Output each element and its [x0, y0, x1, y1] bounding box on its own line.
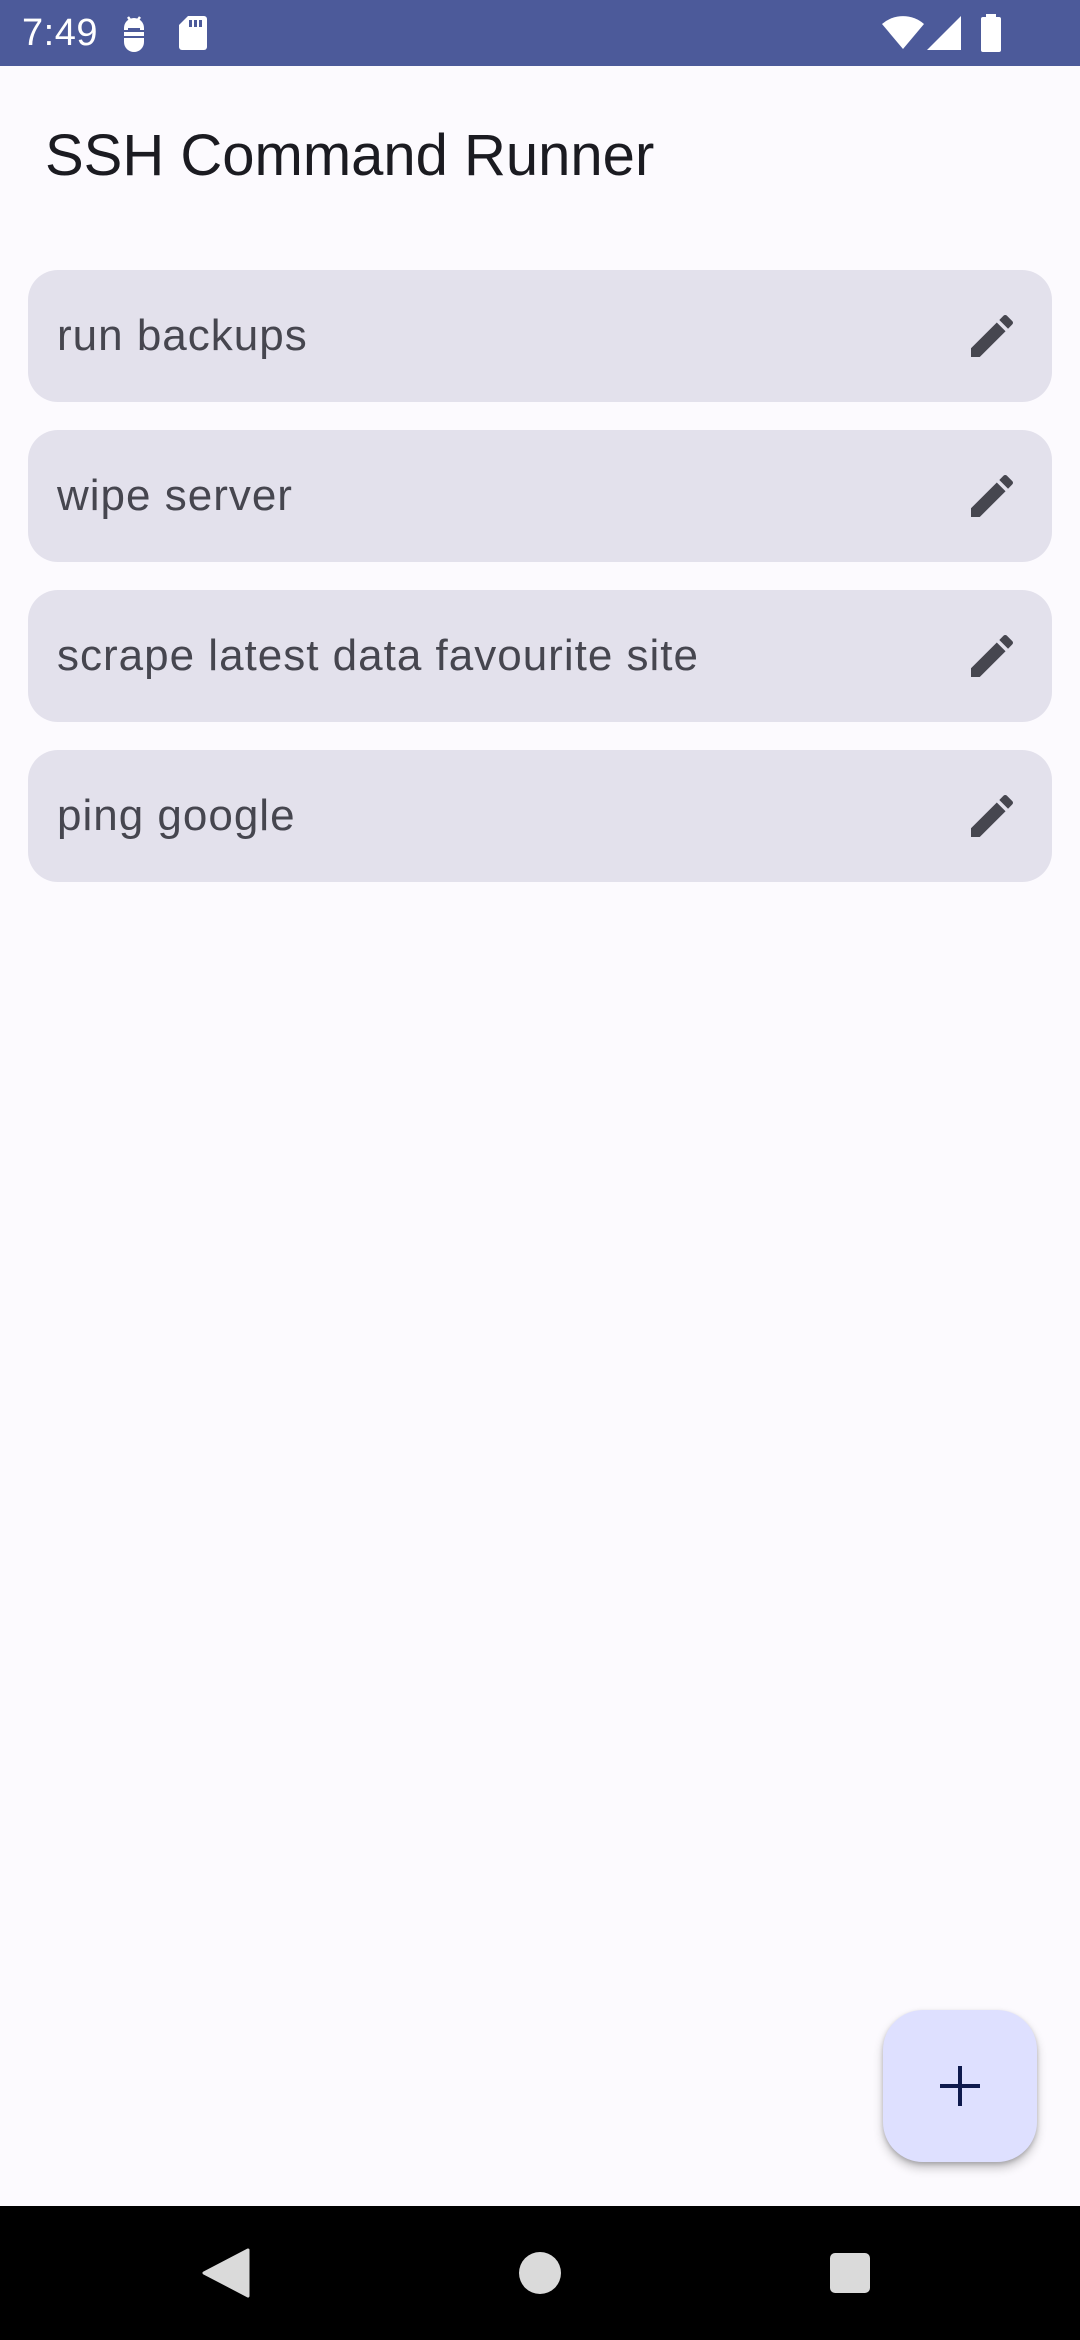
- sd-card-icon: [178, 16, 208, 55]
- wifi-icon: [882, 16, 924, 55]
- status-bar: 7:49: [0, 0, 1080, 66]
- edit-icon: [971, 634, 1014, 677]
- battery-icon: [980, 14, 1002, 57]
- page-title: SSH Command Runner: [45, 123, 655, 188]
- cellular-signal-icon: [927, 16, 963, 55]
- edit-button[interactable]: [956, 620, 1028, 692]
- edit-icon: [971, 794, 1014, 837]
- edit-icon: [971, 474, 1014, 517]
- command-label: ping google: [57, 791, 296, 840]
- back-button[interactable]: [166, 2206, 286, 2340]
- command-item[interactable]: run backups: [28, 270, 1052, 402]
- command-item[interactable]: wipe server: [28, 430, 1052, 562]
- edit-button[interactable]: [956, 780, 1028, 852]
- command-label: run backups: [57, 311, 308, 360]
- edit-button[interactable]: [956, 300, 1028, 372]
- home-button[interactable]: [480, 2206, 600, 2340]
- home-icon: [519, 2252, 561, 2294]
- plus-icon: [940, 2066, 980, 2106]
- edit-button[interactable]: [956, 460, 1028, 532]
- command-label: scrape latest data favourite site: [57, 631, 699, 680]
- edit-icon: [971, 314, 1014, 357]
- command-item[interactable]: ping google: [28, 750, 1052, 882]
- recents-icon: [830, 2253, 870, 2293]
- recents-button[interactable]: [790, 2206, 910, 2340]
- command-list: run backups wipe server scrape latest da…: [28, 270, 1052, 910]
- command-label: wipe server: [57, 471, 293, 520]
- back-icon: [202, 2248, 250, 2298]
- navigation-bar: [0, 2206, 1080, 2340]
- command-item[interactable]: scrape latest data favourite site: [28, 590, 1052, 722]
- status-time: 7:49: [22, 12, 98, 54]
- add-command-button[interactable]: [883, 2010, 1037, 2162]
- android-debug-icon: [118, 14, 150, 59]
